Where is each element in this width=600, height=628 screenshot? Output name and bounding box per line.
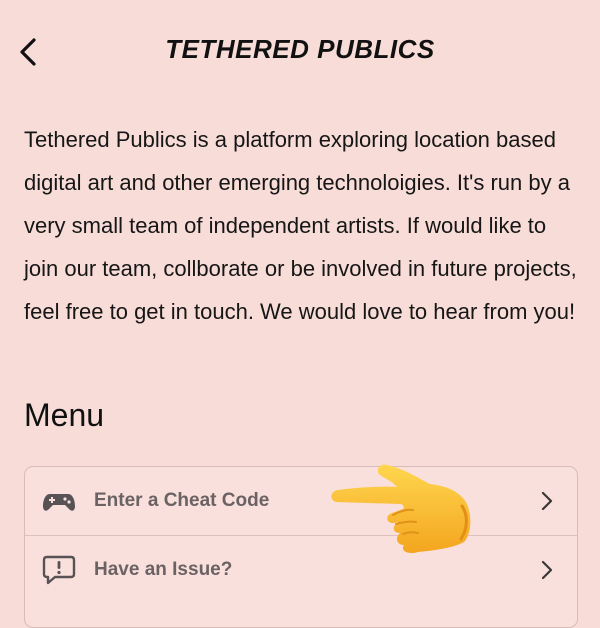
chevron-right-icon: [539, 489, 555, 513]
menu-list: Enter a Cheat Code Have an Issue?: [24, 466, 578, 628]
chevron-right-icon: [539, 558, 555, 582]
page-title: TETHERED PUBLICS: [165, 34, 435, 64]
pointing-hand-icon: [326, 462, 474, 554]
menu-item-label: Have an Issue?: [94, 559, 233, 580]
menu-item-issue[interactable]: Have an Issue?: [25, 535, 577, 604]
gamepad-icon: [42, 486, 76, 516]
intro-text: Tethered Publics is a platform exploring…: [24, 127, 577, 324]
menu-item-cheat-code[interactable]: Enter a Cheat Code: [25, 467, 577, 535]
speech-bubble-exclamation-icon: [42, 555, 76, 585]
menu-heading: Menu: [24, 397, 105, 433]
menu-item-label: Enter a Cheat Code: [94, 490, 270, 511]
header: TETHERED PUBLICS: [0, 0, 600, 104]
